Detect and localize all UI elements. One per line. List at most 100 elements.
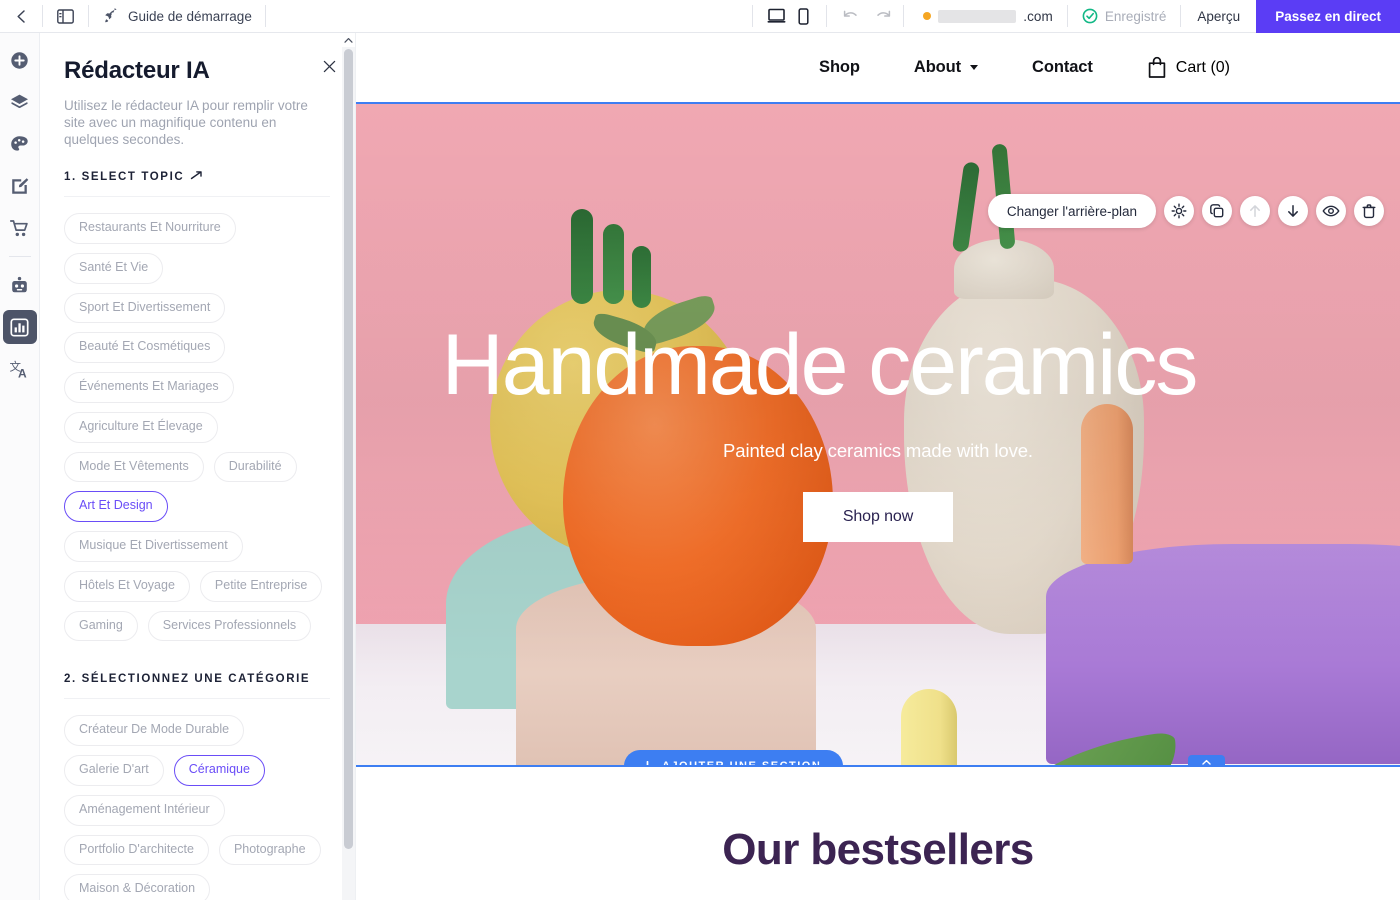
undo-icon[interactable] [836, 0, 867, 33]
plus-icon [642, 760, 653, 765]
chip-step2-2[interactable]: Céramique [173, 755, 265, 786]
chip-step2-6[interactable]: Maison & Décoration [64, 874, 211, 900]
scrollbar-thumb[interactable] [344, 49, 353, 849]
chip-step1-0[interactable]: Restaurants Et Nourriture [64, 213, 236, 244]
rocket-icon [102, 7, 119, 25]
hero-title: Handmade ceramics [441, 317, 1199, 413]
hero-section[interactable]: Handmade ceramics Painted clay ceramics … [356, 102, 1400, 767]
rail-item-multilingual[interactable]: 文A [3, 352, 37, 386]
step1-heading-label: 1. Select Topic [64, 170, 185, 183]
divider [903, 5, 905, 27]
chip-step1-12[interactable]: Gaming [64, 610, 138, 642]
rail-item-store[interactable] [3, 211, 37, 245]
publish-button[interactable]: Passez en direct [1256, 0, 1400, 33]
rail-item-site-editor[interactable] [3, 169, 37, 203]
chip-step1-4[interactable]: Événements Et Mariages [64, 372, 234, 403]
chip-step1-13[interactable]: Services Professionnels [147, 610, 312, 642]
hero-content: Handmade ceramics Painted clay ceramics … [356, 322, 1400, 542]
add-section-label: Ajouter une section [662, 760, 822, 767]
divider [826, 5, 828, 27]
step2-heading: 2. Sélectionnez une catégorie [64, 673, 330, 700]
rail-item-design-theme[interactable] [3, 127, 37, 161]
chip-step1-5[interactable]: Agriculture Et Élevage [64, 411, 218, 443]
panel-scrollbar[interactable] [342, 33, 355, 900]
chip-step1-6[interactable]: Mode Et Vêtements [64, 451, 204, 483]
bestsellers-section[interactable]: Our bestsellers [356, 767, 1400, 875]
domain-name-redacted [938, 9, 1017, 23]
duplicate-section-button[interactable] [1202, 196, 1232, 226]
chip-step1-11[interactable]: Petite Entreprise [199, 570, 323, 602]
step1-heading: 1. Select Topic [64, 170, 330, 197]
shopping-bag-icon [1147, 56, 1167, 79]
desktop-icon[interactable] [763, 0, 790, 33]
left-icon-rail: 文A [0, 33, 40, 900]
save-status-label: Enregistré [1104, 8, 1167, 24]
chip-step1-2[interactable]: Sport Et Divertissement [64, 292, 226, 324]
change-background-button[interactable]: Changer l'arrière-plan [987, 194, 1156, 228]
chip-step2-5[interactable]: Photographe [218, 834, 321, 866]
panel-title: Rédacteur IA [64, 57, 210, 84]
nav-cart-label: Cart (0) [1175, 58, 1230, 76]
ai-writer-panel-body: Rédacteur IA Utilisez le rédacteur IA po… [40, 33, 355, 900]
arrow-right-icon [190, 170, 203, 183]
bestsellers-title: Our bestsellers [722, 825, 1034, 874]
nav-cart[interactable]: Cart (0) [1120, 56, 1230, 79]
chip-step1-10[interactable]: Hôtels Et Voyage [64, 570, 190, 602]
chip-step1-1[interactable]: Santé Et Vie [64, 252, 164, 284]
site-navigation: Shop About Contact Cart (0) [356, 33, 1400, 102]
move-section-up-button[interactable] [1240, 196, 1270, 226]
step1-chip-list: Restaurants Et Nourriture Santé Et Vie Spo… [64, 197, 330, 642]
nav-link-shop[interactable]: Shop [792, 58, 887, 77]
add-section-button[interactable]: Ajouter une section [624, 750, 844, 767]
save-status: Enregistré [1068, 8, 1181, 24]
nav-link-contact[interactable]: Contact [1005, 58, 1120, 77]
rail-item-analytics[interactable] [2, 310, 37, 344]
redo-icon[interactable] [867, 0, 898, 33]
top-toolbar: Guide de démarrage .com Enregistré Aperç… [0, 0, 1400, 33]
startup-guide-button[interactable]: Guide de démarrage [89, 0, 265, 33]
chevron-down-icon [970, 65, 979, 70]
section-settings-button[interactable] [1164, 196, 1194, 226]
chip-step1-8[interactable]: Art Et Design [64, 491, 168, 522]
rail-item-ai-assistant[interactable] [3, 268, 37, 302]
preview-button[interactable]: Aperçu [1181, 9, 1256, 24]
chip-step2-0[interactable]: Créateur De Mode Durable [64, 715, 245, 746]
hero-subtitle: Painted clay ceramics made with love. [723, 440, 1033, 461]
chip-step2-4[interactable]: Portfolio D'architecte [64, 834, 209, 866]
rail-item-add-elements[interactable] [3, 43, 37, 77]
step2-heading-label: 2. Sélectionnez une catégorie [64, 673, 311, 686]
move-section-down-button[interactable] [1278, 196, 1308, 226]
panel-description: Utilisez le rédacteur IA pour remplir vo… [64, 98, 308, 147]
chip-step1-3[interactable]: Beauté Et Cosmétiques [64, 332, 226, 363]
chip-step2-3[interactable]: Aménagement Intérieur [64, 794, 225, 826]
top-toolbar-right: .com Enregistré Aperçu Passez en direct [752, 0, 1400, 33]
nav-link-about[interactable]: About [887, 58, 1005, 77]
section-resize-handle[interactable] [1188, 755, 1225, 765]
site-canvas: Shop About Contact Cart (0) Handmade cer… [356, 33, 1400, 900]
rail-divider [8, 256, 31, 257]
rail-item-pages-layers[interactable] [3, 85, 37, 119]
hide-section-button[interactable] [1316, 196, 1346, 226]
back-button[interactable] [0, 0, 42, 33]
divider [264, 5, 266, 27]
nav-link-label: About [913, 58, 962, 76]
close-icon[interactable] [319, 56, 339, 76]
chip-step1-9[interactable]: Musique Et Divertissement [64, 531, 243, 562]
chip-step1-7[interactable]: Durabilité [213, 451, 297, 483]
nav-link-label: Shop [819, 58, 860, 76]
mobile-icon[interactable] [790, 0, 817, 33]
domain-tld: .com [1023, 8, 1053, 24]
chip-step2-1[interactable]: Galerie D'art [64, 755, 164, 786]
step2-chip-list: Créateur De Mode Durable Galerie D'art Cér… [64, 699, 330, 900]
scroll-up-icon[interactable] [342, 33, 355, 47]
section-toolbar: Changer l'arrière-plan [987, 194, 1384, 228]
check-circle-icon [1082, 8, 1098, 24]
svg-text:A: A [18, 366, 27, 380]
startup-guide-label: Guide de démarrage [128, 8, 252, 24]
unpublished-dot [923, 12, 932, 20]
hero-shop-now-button[interactable]: Shop now [802, 492, 954, 542]
site-domain[interactable]: .com [909, 9, 1067, 24]
divider [752, 5, 754, 27]
sidebar-toggle-icon[interactable] [43, 0, 88, 33]
delete-section-button[interactable] [1354, 196, 1384, 226]
